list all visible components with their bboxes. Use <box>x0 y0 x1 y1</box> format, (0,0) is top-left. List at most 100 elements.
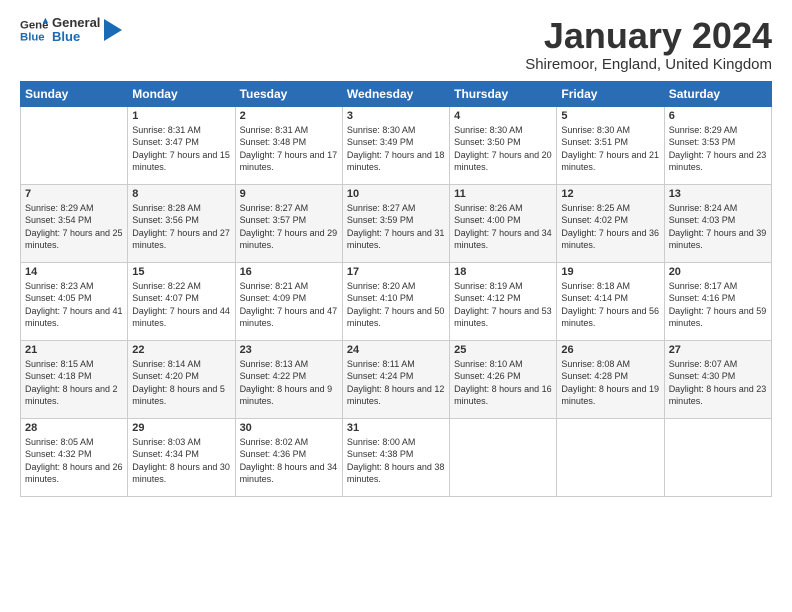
day-number: 28 <box>25 422 123 434</box>
calendar-cell: 29 Sunrise: 8:03 AMSunset: 4:34 PMDayligh… <box>128 418 235 496</box>
cell-info: Sunrise: 8:27 AMSunset: 3:59 PMDaylight:… <box>347 202 445 252</box>
calendar-cell <box>21 106 128 184</box>
cell-info: Sunrise: 8:19 AMSunset: 4:12 PMDaylight:… <box>454 280 552 330</box>
day-number: 27 <box>669 344 767 356</box>
calendar-cell: 19 Sunrise: 8:18 AMSunset: 4:14 PMDayligh… <box>557 262 664 340</box>
calendar-cell: 6Sunrise: 8:29 AMSunset: 3:53 PMDaylight… <box>664 106 771 184</box>
logo-blue: Blue <box>52 30 100 44</box>
calendar-cell: 30 Sunrise: 8:02 AMSunset: 4:36 PMDayligh… <box>235 418 342 496</box>
day-number: 20 <box>669 266 767 278</box>
calendar-cell <box>450 418 557 496</box>
day-number: 18 <box>454 266 552 278</box>
day-number: 6 <box>669 110 767 122</box>
calendar-cell: 25 Sunrise: 8:10 AMSunset: 4:26 PMDayligh… <box>450 340 557 418</box>
cell-info: Sunrise: 8:15 AMSunset: 4:18 PMDaylight:… <box>25 358 123 408</box>
cell-info: Sunrise: 8:00 AMSunset: 4:38 PMDaylight:… <box>347 436 445 486</box>
cell-info: Sunrise: 8:22 AMSunset: 4:07 PMDaylight:… <box>132 280 230 330</box>
day-number: 5 <box>561 110 659 122</box>
calendar-table: Sunday Monday Tuesday Wednesday Thursday… <box>20 81 772 497</box>
day-number: 14 <box>25 266 123 278</box>
calendar-cell: 8 Sunrise: 8:28 AMSunset: 3:56 PMDaylight… <box>128 184 235 262</box>
calendar-cell: 28 Sunrise: 8:05 AMSunset: 4:32 PMDayligh… <box>21 418 128 496</box>
logo-arrow-icon <box>104 19 122 41</box>
header-monday: Monday <box>128 81 235 106</box>
day-number: 29 <box>132 422 230 434</box>
header-friday: Friday <box>557 81 664 106</box>
day-number: 22 <box>132 344 230 356</box>
day-number: 11 <box>454 188 552 200</box>
day-number: 31 <box>347 422 445 434</box>
title-block: January 2024 Shiremoor, England, United … <box>525 16 772 73</box>
day-number: 26 <box>561 344 659 356</box>
cell-info: Sunrise: 8:05 AMSunset: 4:32 PMDaylight:… <box>25 436 123 486</box>
calendar-cell: 9 Sunrise: 8:27 AMSunset: 3:57 PMDaylight… <box>235 184 342 262</box>
calendar-cell <box>664 418 771 496</box>
day-number: 12 <box>561 188 659 200</box>
day-number: 23 <box>240 344 338 356</box>
calendar-cell <box>557 418 664 496</box>
header-wednesday: Wednesday <box>342 81 449 106</box>
header-sunday: Sunday <box>21 81 128 106</box>
cell-info: Sunrise: 8:28 AMSunset: 3:56 PMDaylight:… <box>132 202 230 252</box>
cell-info: Sunrise: 8:02 AMSunset: 4:36 PMDaylight:… <box>240 436 338 486</box>
cell-info: Sunrise: 8:26 AMSunset: 4:00 PMDaylight:… <box>454 202 552 252</box>
calendar-cell: 2 Sunrise: 8:31 AMSunset: 3:48 PMDaylight… <box>235 106 342 184</box>
calendar-cell: 27 Sunrise: 8:07 AMSunset: 4:30 PMDayligh… <box>664 340 771 418</box>
calendar-cell: 18 Sunrise: 8:19 AMSunset: 4:12 PMDayligh… <box>450 262 557 340</box>
day-number: 30 <box>240 422 338 434</box>
day-number: 15 <box>132 266 230 278</box>
day-number: 3 <box>347 110 445 122</box>
day-number: 10 <box>347 188 445 200</box>
day-number: 9 <box>240 188 338 200</box>
calendar-cell: 14 Sunrise: 8:23 AMSunset: 4:05 PMDayligh… <box>21 262 128 340</box>
calendar-cell: 15 Sunrise: 8:22 AMSunset: 4:07 PMDayligh… <box>128 262 235 340</box>
location: Shiremoor, England, United Kingdom <box>525 56 772 73</box>
calendar-cell: 21 Sunrise: 8:15 AMSunset: 4:18 PMDayligh… <box>21 340 128 418</box>
cell-info: Sunrise: 8:18 AMSunset: 4:14 PMDaylight:… <box>561 280 659 330</box>
calendar-cell: 12 Sunrise: 8:25 AMSunset: 4:02 PMDayligh… <box>557 184 664 262</box>
calendar-cell: 17 Sunrise: 8:20 AMSunset: 4:10 PMDayligh… <box>342 262 449 340</box>
calendar-cell: 24Sunrise: 8:11 AMSunset: 4:24 PMDayligh… <box>342 340 449 418</box>
day-number: 7 <box>25 188 123 200</box>
day-number: 16 <box>240 266 338 278</box>
cell-info: Sunrise: 8:23 AMSunset: 4:05 PMDaylight:… <box>25 280 123 330</box>
day-number: 1 <box>132 110 230 122</box>
day-number: 8 <box>132 188 230 200</box>
day-number: 21 <box>25 344 123 356</box>
logo-general: General <box>52 16 100 30</box>
page-header: General Blue General Blue January 2024 S… <box>20 16 772 73</box>
cell-info: Sunrise: 8:21 AMSunset: 4:09 PMDaylight:… <box>240 280 338 330</box>
calendar-cell: 31 Sunrise: 8:00 AMSunset: 4:38 PMDayligh… <box>342 418 449 496</box>
cell-info: Sunrise: 8:31 AMSunset: 3:48 PMDaylight:… <box>240 124 338 174</box>
calendar-cell: 11 Sunrise: 8:26 AMSunset: 4:00 PMDayligh… <box>450 184 557 262</box>
cell-info: Sunrise: 8:27 AMSunset: 3:57 PMDaylight:… <box>240 202 338 252</box>
calendar-cell: 16 Sunrise: 8:21 AMSunset: 4:09 PMDayligh… <box>235 262 342 340</box>
svg-text:Blue: Blue <box>20 32 45 44</box>
header-thursday: Thursday <box>450 81 557 106</box>
day-number: 2 <box>240 110 338 122</box>
calendar-cell: 1 Sunrise: 8:31 AMSunset: 3:47 PMDaylight… <box>128 106 235 184</box>
day-number: 24 <box>347 344 445 356</box>
calendar-cell: 5 Sunrise: 8:30 AMSunset: 3:51 PMDaylight… <box>557 106 664 184</box>
cell-info: Sunrise: 8:20 AMSunset: 4:10 PMDaylight:… <box>347 280 445 330</box>
calendar-cell: 10 Sunrise: 8:27 AMSunset: 3:59 PMDayligh… <box>342 184 449 262</box>
calendar-cell: 13Sunrise: 8:24 AMSunset: 4:03 PMDayligh… <box>664 184 771 262</box>
cell-info: Sunrise: 8:03 AMSunset: 4:34 PMDaylight:… <box>132 436 230 486</box>
weekday-header-row: Sunday Monday Tuesday Wednesday Thursday… <box>21 81 772 106</box>
calendar-cell: 26Sunrise: 8:08 AMSunset: 4:28 PMDayligh… <box>557 340 664 418</box>
cell-info: Sunrise: 8:10 AMSunset: 4:26 PMDaylight:… <box>454 358 552 408</box>
cell-info: Sunrise: 8:30 AMSunset: 3:51 PMDaylight:… <box>561 124 659 174</box>
cell-info: Sunrise: 8:07 AMSunset: 4:30 PMDaylight:… <box>669 358 767 408</box>
logo: General Blue General Blue <box>20 16 122 45</box>
day-number: 25 <box>454 344 552 356</box>
cell-info: Sunrise: 8:30 AMSunset: 3:49 PMDaylight:… <box>347 124 445 174</box>
cell-info: Sunrise: 8:17 AMSunset: 4:16 PMDaylight:… <box>669 280 767 330</box>
day-number: 19 <box>561 266 659 278</box>
day-number: 17 <box>347 266 445 278</box>
header-tuesday: Tuesday <box>235 81 342 106</box>
day-number: 4 <box>454 110 552 122</box>
cell-info: Sunrise: 8:31 AMSunset: 3:47 PMDaylight:… <box>132 124 230 174</box>
cell-info: Sunrise: 8:25 AMSunset: 4:02 PMDaylight:… <box>561 202 659 252</box>
calendar-cell: 23 Sunrise: 8:13 AMSunset: 4:22 PMDayligh… <box>235 340 342 418</box>
cell-info: Sunrise: 8:13 AMSunset: 4:22 PMDaylight:… <box>240 358 338 408</box>
